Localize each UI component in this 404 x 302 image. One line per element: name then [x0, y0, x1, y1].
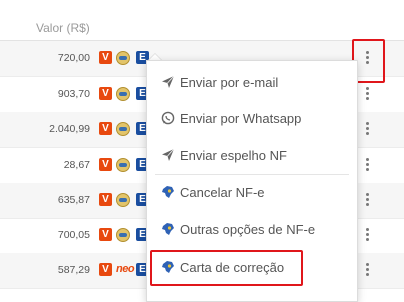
v-badge-icon: V [99, 87, 112, 100]
row-value: 720,00 [57, 52, 90, 64]
v-badge-icon: V [99, 263, 112, 276]
row-value: 903,70 [57, 88, 90, 100]
whatsapp-icon [161, 111, 175, 125]
more-options-icon[interactable] [364, 193, 370, 207]
v-badge-icon: V [99, 228, 112, 241]
more-options-icon[interactable] [364, 228, 370, 242]
coin-badge-icon [116, 193, 130, 207]
menu-item-cancel-nfe[interactable]: Cancelar NF-e [147, 175, 357, 209]
neo-badge-icon: neo [116, 263, 135, 275]
more-options-icon[interactable] [364, 158, 370, 172]
menu-item-send-nf-mirror[interactable]: Enviar espelho NF [147, 138, 357, 172]
menu-item-label: Outras opções de NF-e [180, 222, 316, 237]
more-options-icon[interactable] [364, 263, 370, 277]
row-value: 700,05 [57, 229, 90, 241]
menu-item-label: Cancelar NF-e [180, 185, 265, 200]
menu-item-send-whatsapp[interactable]: Enviar por Whatsapp [147, 101, 357, 135]
menu-item-other-nfe-options[interactable]: Outras opções de NF-e [147, 212, 357, 246]
row-value: 28,67 [63, 159, 90, 171]
coin-badge-icon [116, 51, 130, 65]
v-badge-icon: V [99, 122, 112, 135]
menu-item-label: Enviar espelho NF [180, 148, 287, 163]
menu-item-highlight [150, 250, 303, 286]
coin-badge-icon [116, 158, 130, 172]
more-options-icon[interactable] [364, 87, 370, 101]
brazil-map-icon [161, 222, 175, 236]
send-icon [161, 75, 175, 89]
value-column-header: Valor (R$) [36, 21, 90, 35]
coin-badge-icon [116, 122, 130, 136]
v-badge-icon: V [99, 158, 112, 171]
send-icon [161, 148, 175, 162]
brazil-map-icon [161, 185, 175, 199]
menu-item-label: Enviar por e-mail [180, 75, 279, 90]
menu-item-label: Enviar por Whatsapp [180, 111, 302, 126]
table-header: Valor (R$) [0, 0, 404, 41]
coin-badge-icon [116, 228, 130, 242]
row-value: 635,87 [57, 194, 90, 206]
more-options-icon[interactable] [364, 122, 370, 136]
row-value: 2.040,99 [49, 123, 90, 135]
row-value: 587,29 [57, 264, 90, 276]
v-badge-icon: V [99, 193, 112, 206]
menu-item-send-email[interactable]: Enviar por e-mail [147, 65, 357, 99]
v-badge-icon: V [99, 51, 112, 64]
coin-badge-icon [116, 87, 130, 101]
